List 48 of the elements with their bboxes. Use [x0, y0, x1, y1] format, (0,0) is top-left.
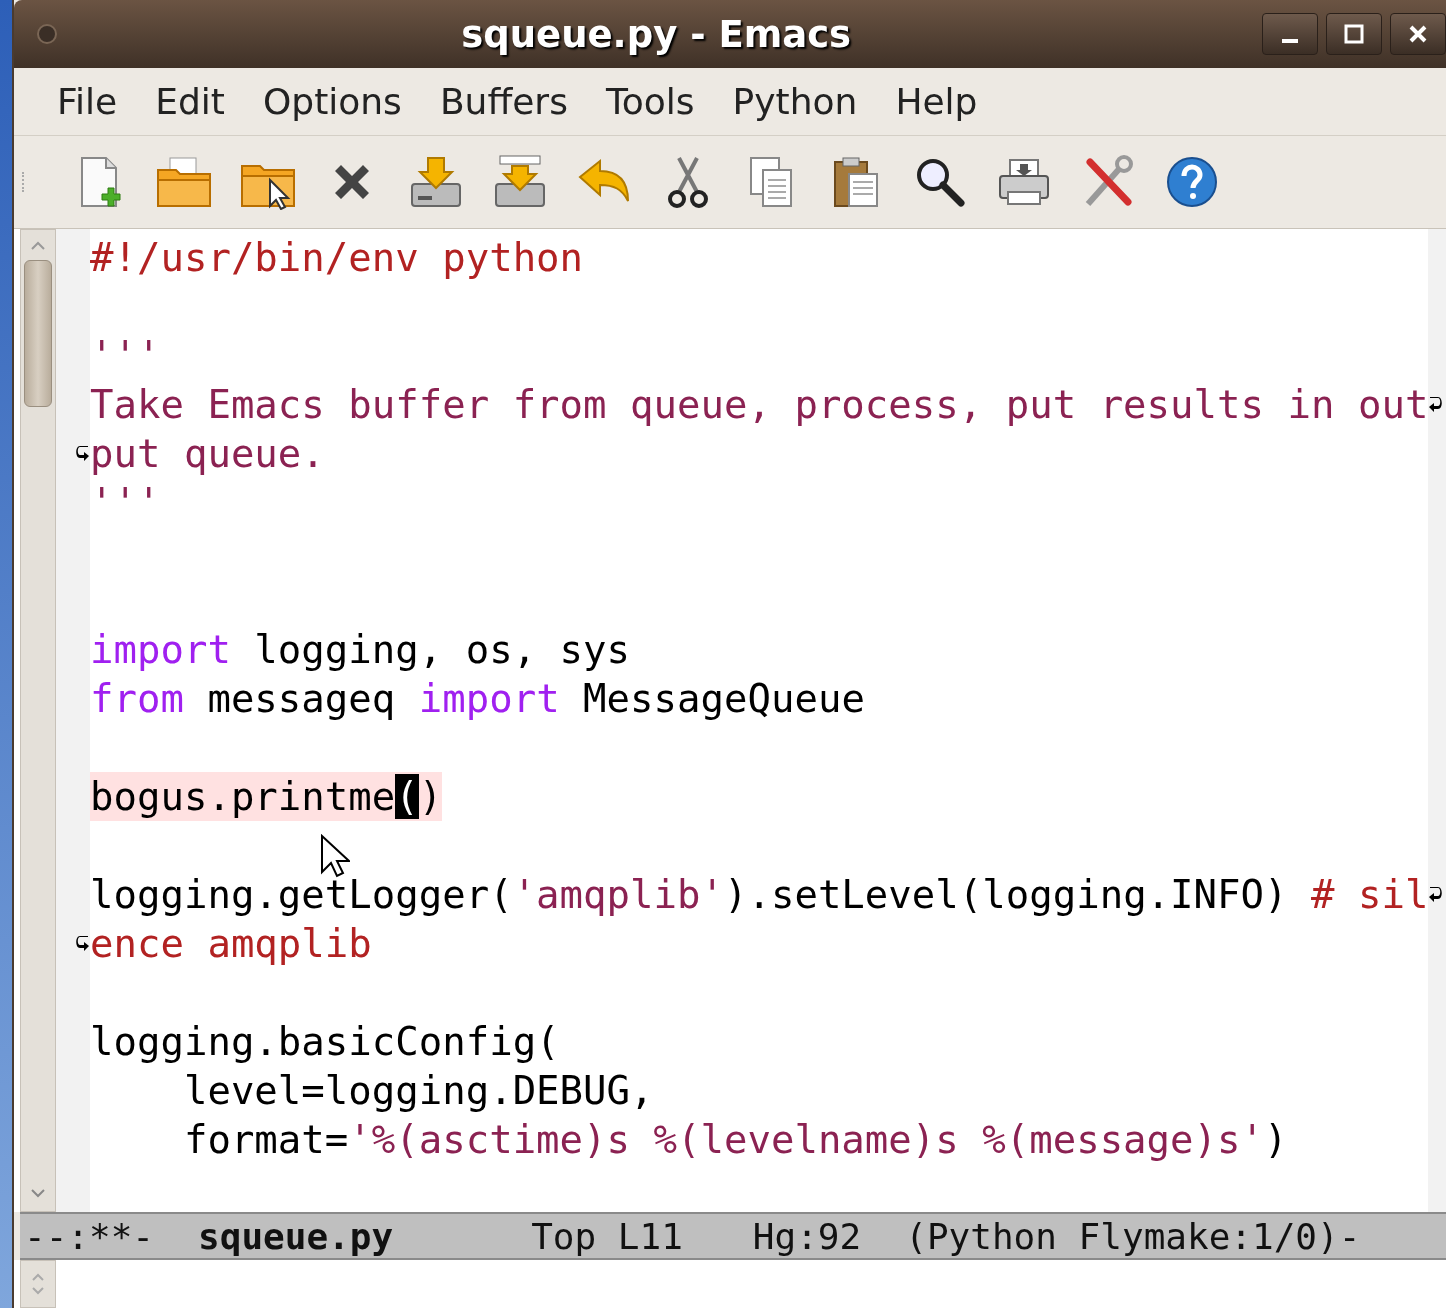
- code-line: Take Emacs buffer from queue, process, put results in out: [90, 381, 1429, 429]
- menu-item[interactable]: Edit: [136, 81, 244, 122]
- scissors-icon: [665, 154, 711, 210]
- code-line: ''': [90, 479, 161, 527]
- position-text: Top L11: [531, 1215, 683, 1257]
- code-line: #!/usr/bin/env python: [90, 234, 584, 282]
- help-icon: [1165, 155, 1219, 209]
- clipboard-icon: [831, 154, 881, 210]
- minimize-button[interactable]: [1262, 13, 1319, 55]
- mouse-pointer-icon: [320, 834, 350, 878]
- menu-item[interactable]: Help: [876, 81, 997, 122]
- continuation-arrow-icon: [76, 934, 90, 953]
- save-icon: [408, 154, 464, 210]
- code-line: level=logging.DEBUG,: [182, 1067, 654, 1115]
- menu-item[interactable]: Tools: [586, 81, 714, 122]
- window-title: squeue.py - Emacs: [460, 12, 853, 56]
- scroll-up-icon[interactable]: [30, 240, 46, 252]
- scroll-down-icon[interactable]: [30, 1187, 46, 1199]
- code-line: put queue.: [90, 430, 325, 478]
- menu-item[interactable]: File: [38, 81, 137, 122]
- code-line: logging.basicConfig(: [90, 1018, 560, 1066]
- continuation-arrow-icon: [76, 444, 90, 463]
- version-control-text: Hg:92: [752, 1215, 862, 1257]
- modified-status: --:**-: [24, 1215, 155, 1257]
- minimize-icon: [1282, 39, 1299, 43]
- menu-item[interactable]: Buffers: [420, 81, 587, 122]
- code-line: logging.getLogger('amqplib').setLevel(logging.INFO) # sil: [90, 871, 1429, 919]
- window-menu-icon[interactable]: [36, 23, 58, 45]
- scrollbar-thumb[interactable]: [24, 260, 52, 407]
- close-button[interactable]: [1390, 13, 1446, 55]
- maximize-button[interactable]: [1326, 13, 1383, 55]
- scrollbar[interactable]: [20, 1260, 56, 1308]
- code-line: from messageq import MessageQueue: [90, 675, 865, 723]
- wrap-arrow-icon: [1428, 885, 1443, 904]
- code-line: import logging, os, sys: [90, 626, 631, 674]
- code-line: ence amqplib: [90, 920, 372, 968]
- wrap-arrow-icon: [1428, 395, 1443, 414]
- scrollbar[interactable]: [20, 229, 56, 1212]
- buffer-name: squeue.py: [198, 1215, 394, 1257]
- save-as-icon: [492, 154, 548, 210]
- code-line: ''': [90, 332, 161, 380]
- code-line: format='%(asctime)s %(levelname)s %(message)s'): [182, 1116, 1288, 1164]
- major-mode-text: (Python Flymake:1/0)-: [905, 1215, 1361, 1257]
- printer-icon: [996, 156, 1052, 208]
- menu-item[interactable]: Options: [243, 81, 421, 122]
- menu-item[interactable]: Python: [713, 81, 877, 122]
- maximize-icon: [1344, 24, 1365, 44]
- close-icon: [1408, 24, 1429, 44]
